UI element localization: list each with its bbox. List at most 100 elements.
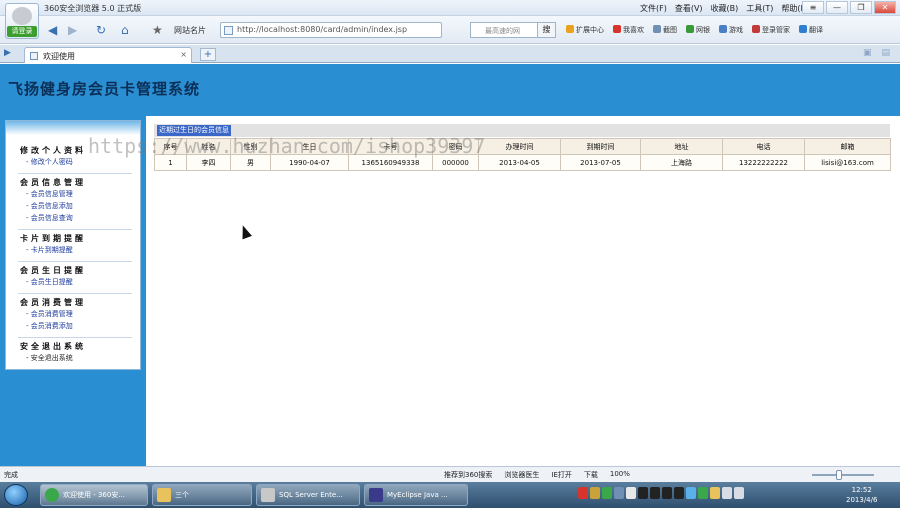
database-icon — [261, 488, 275, 502]
page-viewport: 飞扬健身房会员卡管理系统 修改个人资料 - 修改个人密码 会员信息管理 - 会员… — [0, 64, 900, 466]
eclipse-icon — [369, 488, 383, 502]
zoom-level[interactable]: 100% — [610, 470, 630, 480]
restore-button[interactable]: ❐ — [850, 1, 872, 14]
tray-app-icon[interactable] — [626, 487, 636, 499]
status-tools: 推荐到360搜索 浏览器医生 IE打开 下载 100% — [444, 470, 630, 480]
clock-time: 12:52 — [851, 486, 872, 494]
search-button[interactable]: 搜 — [537, 23, 555, 37]
menu-item-consumption-add[interactable]: - 会员消费添加 — [26, 321, 73, 331]
column-header: 卡号 — [348, 138, 433, 155]
tray-app-icon[interactable] — [590, 487, 600, 499]
tab-tools: ▣ ▤ — [863, 48, 890, 58]
tab-welcome[interactable]: 欢迎使用 × — [24, 47, 192, 63]
tray-app-icon[interactable] — [602, 487, 612, 499]
notice-bar: 近期过生日的会员信息 — [154, 124, 890, 137]
qq-icon[interactable] — [638, 487, 648, 499]
navigation-bar: ◀ ▶ ↻ ⌂ ★ 网站名片 http://localhost:8080/car… — [0, 16, 900, 44]
site-header: 飞扬健身房会员卡管理系统 — [0, 64, 900, 116]
task-browser[interactable]: 欢迎使用 - 360安... — [40, 484, 148, 506]
tab-close-icon[interactable]: × — [180, 50, 187, 59]
menu-item-logout[interactable]: - 安全退出系统 — [26, 353, 73, 363]
menu-file[interactable]: 文件(F) — [640, 3, 667, 14]
games-button[interactable]: 游戏 — [719, 25, 743, 35]
tab-list-icon[interactable]: ▣ — [863, 48, 872, 58]
trash-icon[interactable]: ▤ — [881, 48, 890, 58]
skin-button[interactable]: ≡ — [802, 1, 824, 14]
address-bar[interactable]: http://localhost:8080/card/admin/index.j… — [220, 22, 442, 38]
browser-doctor-button[interactable]: 浏览器医生 — [504, 470, 539, 480]
tray-app-icon[interactable] — [614, 487, 624, 499]
search-input[interactable]: 最高速的网 — [485, 26, 520, 36]
forward-icon[interactable]: ▶ — [68, 22, 77, 38]
tab-bar: ▶ 欢迎使用 × + ▣ ▤ — [0, 45, 900, 63]
clock-date: 2013/4/6 — [846, 496, 878, 504]
qq-icon[interactable] — [650, 487, 660, 499]
menu-favorites[interactable]: 收藏(B) — [711, 3, 739, 14]
login-manager-button[interactable]: 登录管家 — [752, 25, 790, 35]
menu-group-card-expiry: 卡片到期提醒 — [20, 234, 86, 243]
window-controls: ≡ — ❐ ✕ — [802, 1, 896, 14]
qq-icon[interactable] — [662, 487, 672, 499]
bank-button[interactable]: 网银 — [686, 25, 710, 35]
menu-item-card-expiry[interactable]: - 卡片到期提醒 — [26, 245, 73, 255]
menu-item-member-add[interactable]: - 会员信息添加 — [26, 201, 73, 211]
gamepad-icon — [719, 25, 727, 33]
tray-app-icon[interactable] — [710, 487, 720, 499]
menu-divider — [18, 293, 132, 294]
column-header: 序号 — [154, 138, 187, 155]
column-header: 密码 — [432, 138, 479, 155]
recommend-search-button[interactable]: 推荐到360搜索 — [444, 470, 492, 480]
site-title: 飞扬健身房会员卡管理系统 — [8, 80, 201, 98]
volume-icon[interactable] — [734, 487, 744, 499]
search-box[interactable]: 最高速的网 搜 — [470, 22, 556, 38]
menu-group-logout: 安全退出系统 — [20, 342, 86, 351]
favorite-star-icon[interactable]: ★ — [152, 22, 163, 38]
extensions-button[interactable]: 扩展中心 — [566, 25, 604, 35]
tray-app-icon[interactable] — [698, 487, 708, 499]
open-in-ie-button[interactable]: IE打开 — [551, 470, 572, 480]
close-button[interactable]: ✕ — [874, 1, 896, 14]
browser-icon — [45, 488, 59, 502]
site-card-button[interactable]: 网站名片 — [174, 23, 206, 38]
table-cell: 李四 — [186, 154, 231, 171]
member-table: 序号 姓名 性别 生日 卡号 密码 办理时间 到期时间 地址 电话 邮箱 1 李… — [154, 138, 891, 171]
new-tab-button[interactable]: + — [200, 48, 216, 61]
like-button[interactable]: 我喜欢 — [613, 25, 644, 35]
refresh-icon[interactable]: ↻ — [96, 22, 106, 38]
browser-logo[interactable]: 请登录 — [5, 3, 39, 39]
sogou-icon[interactable] — [578, 487, 588, 499]
task-folder[interactable]: 三个 — [152, 484, 252, 506]
network-icon[interactable] — [722, 487, 732, 499]
address-text[interactable]: http://localhost:8080/card/admin/index.j… — [237, 25, 413, 34]
menu-group-birthday: 会员生日提醒 — [20, 266, 86, 275]
zoom-slider-handle[interactable] — [836, 470, 842, 480]
sidebar-toggle-icon[interactable]: ▶ — [4, 48, 11, 58]
menu-view[interactable]: 查看(V) — [675, 3, 703, 14]
tray-app-icon[interactable] — [686, 487, 696, 499]
translate-button[interactable]: 翻译 — [799, 25, 823, 35]
download-button[interactable]: 下载 — [584, 470, 598, 480]
qq-icon[interactable] — [674, 487, 684, 499]
menu-item-member-query[interactable]: - 会员信息查询 — [26, 213, 73, 223]
back-icon[interactable]: ◀ — [48, 22, 57, 38]
menu-tools[interactable]: 工具(T) — [746, 3, 773, 14]
translate-icon — [799, 25, 807, 33]
main-content: 近期过生日的会员信息 序号 姓名 性别 生日 卡号 密码 办理时间 到期时间 地… — [146, 116, 900, 466]
start-button[interactable] — [4, 484, 28, 506]
menu-item-change-password[interactable]: - 修改个人密码 — [26, 157, 73, 167]
zoom-slider[interactable] — [812, 474, 874, 476]
menu-item-consumption-manage[interactable]: - 会员消费管理 — [26, 309, 73, 319]
screenshot-button[interactable]: 截图 — [653, 25, 677, 35]
toolbar: 扩展中心 我喜欢 截图 网银 游戏 登录管家 翻译 — [566, 25, 823, 35]
menu-item-member-manage[interactable]: - 会员信息管理 — [26, 189, 73, 199]
home-icon[interactable]: ⌂ — [121, 22, 129, 38]
table-cell: lisisi@163.com — [804, 154, 891, 171]
menu-item-birthday[interactable]: - 会员生日提醒 — [26, 277, 73, 287]
minimize-button[interactable]: — — [826, 1, 848, 14]
clock[interactable]: 12:52 2013/4/6 — [846, 485, 877, 505]
task-sql-server[interactable]: SQL Server Ente... — [256, 484, 360, 506]
menu-panel-top — [6, 121, 140, 135]
system-tray — [578, 487, 744, 499]
task-myeclipse[interactable]: MyEclipse Java ... — [364, 484, 468, 506]
table-cell: 13222222222 — [722, 154, 805, 171]
